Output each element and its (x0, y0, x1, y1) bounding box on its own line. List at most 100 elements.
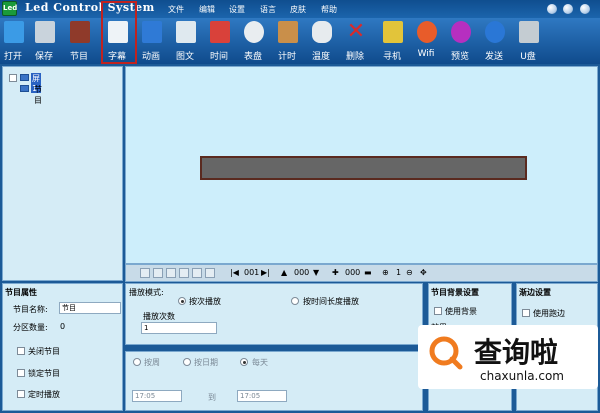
search-device-icon (383, 21, 403, 43)
play-by-time-radio[interactable] (291, 297, 299, 305)
usb-icon (519, 21, 539, 43)
toolbar-udisk-button[interactable]: U盘 (511, 18, 545, 64)
toolbar-imagetext-button[interactable]: 图文 (168, 18, 202, 64)
move-icon[interactable]: ✥ (420, 268, 427, 277)
zoom-value: 1 (396, 268, 402, 277)
toolbar-animation-button[interactable]: 动画 (134, 18, 168, 64)
menu-file[interactable]: 文件 (168, 4, 184, 15)
offset-value: 000 (345, 268, 361, 277)
play-by-count-label: 按次播放 (189, 297, 221, 306)
toolbar-temperature-button[interactable]: 温度 (304, 18, 338, 64)
align-icon[interactable] (140, 268, 150, 278)
up-triangle-icon[interactable]: ▲ (281, 268, 287, 277)
tree-program-item[interactable]: 节目 (34, 84, 42, 106)
menu-skin[interactable]: 皮肤 (290, 4, 306, 15)
zoom-out-icon[interactable]: ⊖ (406, 268, 413, 277)
toolbar: 打开 保存 节目 字幕 动画 图文 时间 表盘 计时 温度 ✕ 删除 寻机 Wif… (0, 18, 600, 64)
folder-icon (4, 21, 24, 43)
lock-program-checkbox[interactable] (17, 369, 25, 377)
zoom-in-icon[interactable]: ⊕ (382, 268, 389, 277)
play-by-count-radio[interactable] (178, 297, 186, 305)
toolbar-label: 发送 (484, 52, 503, 62)
menu-language[interactable]: 语言 (260, 4, 276, 15)
every-day-label: 每天 (252, 358, 268, 367)
minus-icon[interactable]: ▬ (364, 268, 372, 277)
calendar-icon (210, 21, 230, 43)
toolbar-delete-button[interactable]: ✕ 删除 (338, 18, 372, 64)
led-display-area[interactable] (200, 156, 527, 180)
by-date-radio[interactable] (183, 358, 191, 366)
use-background-checkbox[interactable] (434, 307, 442, 315)
skin-button[interactable] (547, 4, 557, 14)
prev-icon[interactable]: |◀ (230, 268, 239, 277)
down-triangle-icon[interactable]: ▼ (313, 268, 319, 277)
toolbar-label: 温度 (311, 52, 330, 62)
toolbar-label: 保存 (34, 52, 53, 62)
timed-play-checkbox[interactable] (17, 390, 25, 398)
toolbar-label: Wifi (417, 49, 435, 59)
to-label: 到 (208, 393, 216, 402)
toolbar-open-button[interactable]: 打开 (0, 18, 30, 64)
toolbar-timer-button[interactable]: 计时 (270, 18, 304, 64)
toolbar-wifi-button[interactable]: Wifi (409, 18, 443, 64)
toolbar-clock-button[interactable]: 表盘 (236, 18, 270, 64)
offset-value: 000 (294, 268, 310, 277)
plus-icon[interactable]: ✚ (332, 268, 339, 277)
by-week-radio[interactable] (133, 358, 141, 366)
border-settings-title: 渐边设置 (519, 288, 551, 297)
every-day-radio[interactable] (240, 358, 248, 366)
clock-icon (244, 21, 264, 43)
watermark-title: 查询啦 (474, 336, 559, 369)
partition-count-value: 0 (60, 322, 66, 331)
toolbar-label: 预览 (450, 52, 469, 62)
end-time-field[interactable]: 17:05 (237, 390, 287, 402)
hourglass-icon (278, 21, 298, 43)
menu-edit[interactable]: 编辑 (199, 4, 215, 15)
program-name-field[interactable]: 节目 (59, 302, 121, 314)
menu-help[interactable]: 帮助 (321, 4, 337, 15)
toolbar-save-button[interactable]: 保存 (27, 18, 61, 64)
use-border-label: 使用跑边 (533, 309, 565, 318)
send-icon (485, 21, 505, 43)
use-border-checkbox[interactable] (522, 309, 530, 317)
toolbar-time-button[interactable]: 时间 (202, 18, 236, 64)
align-icon[interactable] (179, 268, 189, 278)
highlight-box (101, 1, 137, 64)
minimize-button[interactable] (563, 4, 573, 14)
toolbar-label: 计时 (277, 52, 296, 62)
partition-count-label: 分区数量: (13, 323, 48, 332)
toolbar-label: 寻机 (382, 52, 401, 62)
delete-x-icon: ✕ (346, 19, 366, 44)
tree-expand-icon[interactable] (9, 74, 17, 82)
play-mode-label: 播放模式: (129, 288, 164, 297)
close-button[interactable] (580, 4, 590, 14)
toolbar-label: 节目 (69, 52, 88, 62)
program-name-label: 节目名称: (13, 305, 48, 314)
screen-icon (20, 74, 29, 81)
align-icon[interactable] (166, 268, 176, 278)
program-properties-title: 节目属性 (5, 288, 37, 297)
align-icon[interactable] (153, 268, 163, 278)
lock-program-label: 锁定节目 (28, 369, 60, 378)
toolbar-label: 打开 (3, 52, 22, 62)
toolbar-send-button[interactable]: 发送 (477, 18, 511, 64)
menu-settings[interactable]: 设置 (229, 4, 245, 15)
close-program-label: 关闭节目 (28, 347, 60, 356)
play-count-stepper[interactable]: 1 (141, 322, 217, 334)
play-icon (451, 21, 471, 43)
play-count-label: 播放次数 (143, 312, 175, 321)
align-icon[interactable] (205, 268, 215, 278)
title-bar: Led Led Control System 文件 编辑 设置 语言 皮肤 帮助 (0, 0, 600, 18)
align-icon[interactable] (192, 268, 202, 278)
watermark-url: chaxunla.com (480, 369, 564, 383)
start-time-field[interactable]: 17:05 (132, 390, 182, 402)
next-icon[interactable]: ▶| (261, 268, 270, 277)
play-mode-panel: 播放模式: 按次播放 按时间长度播放 播放次数 1 (125, 283, 423, 345)
toolbar-label: 表盘 (243, 52, 262, 62)
cloud-icon (312, 21, 332, 43)
toolbar-find-button[interactable]: 寻机 (375, 18, 409, 64)
close-program-checkbox[interactable] (17, 347, 25, 355)
wifi-icon (417, 21, 437, 43)
toolbar-preview-button[interactable]: 预览 (443, 18, 477, 64)
toolbar-program-button[interactable]: 节目 (62, 18, 96, 64)
